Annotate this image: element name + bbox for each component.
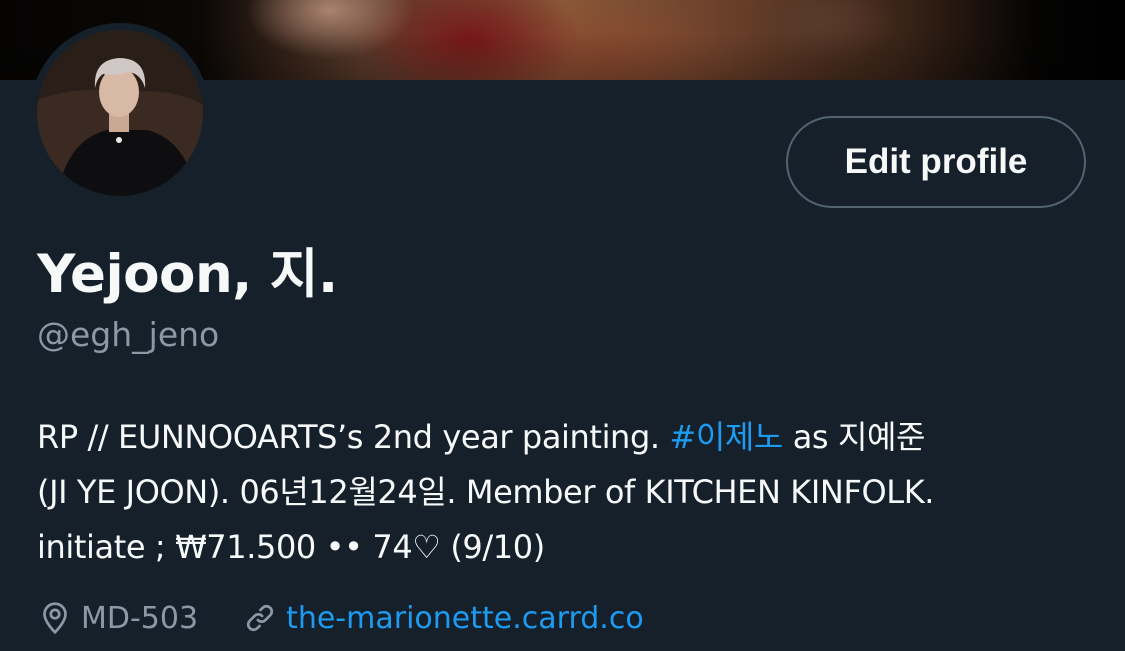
display-name: Yejoon, 지. [37, 244, 338, 305]
avatar-portrait [37, 30, 203, 196]
location-text: MD-503 [81, 600, 199, 636]
bio-line-2: (JI YE JOON). 06년12월24일. Member of KITCH… [37, 473, 935, 511]
bio-line-3: initiate ; ₩71.500 •• 74♡ (9/10) [37, 528, 545, 566]
website-link[interactable]: the-marionette.carrd.co [286, 601, 644, 636]
link-icon [242, 600, 278, 636]
bio-line-1-suffix: as 지예준 [782, 418, 926, 456]
bio-line-1-prefix: RP // EUNNOOARTS’s 2nd year painting. [37, 418, 670, 456]
location-item: MD-503 [37, 600, 198, 636]
website-item[interactable]: the-marionette.carrd.co [242, 600, 644, 636]
avatar[interactable] [37, 30, 203, 196]
location-pin-icon [37, 600, 73, 636]
profile-page: Edit profile Yejoon, 지. @egh_jeno RP // … [0, 0, 1125, 651]
bio: RP // EUNNOOARTS’s 2nd year painting. #이… [37, 410, 1097, 575]
bio-hashtag-link[interactable]: #이제노 [669, 418, 783, 456]
edit-profile-button[interactable]: Edit profile [786, 116, 1086, 208]
user-handle: @egh_jeno [37, 315, 220, 354]
profile-meta-row: MD-503 the-marionette.carrd.co [37, 596, 644, 640]
bio-line-1: RP // EUNNOOARTS’s 2nd year painting. #이… [37, 410, 1097, 465]
